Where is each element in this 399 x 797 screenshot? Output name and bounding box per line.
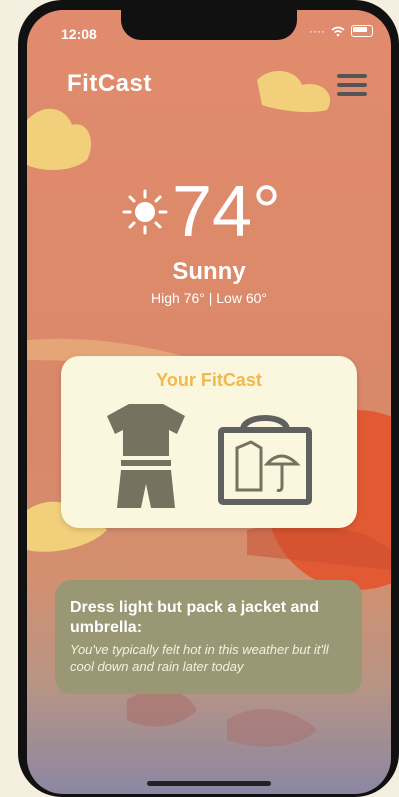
status-time: 12:08 [61, 26, 97, 42]
advice-card[interactable]: Dress light but pack a jacket and umbrel… [55, 580, 362, 694]
fitcast-card[interactable]: Your FitCast [61, 356, 357, 528]
weather-condition: Sunny [172, 258, 246, 285]
temperature: 74° [172, 172, 281, 252]
sun-icon [122, 189, 168, 235]
hamburger-menu-icon[interactable] [337, 74, 367, 101]
high-low-temperature: High 76° | Low 60° [150, 290, 267, 306]
wifi-icon [331, 26, 345, 36]
advice-title: Dress light but pack a jacket and umbrel… [70, 599, 319, 636]
app-logo[interactable]: FitCast [67, 70, 152, 98]
current-weather: 74° [122, 176, 281, 248]
device-notch [121, 10, 297, 40]
home-indicator[interactable] [147, 781, 271, 786]
signal-icon: ···· [309, 24, 325, 38]
tshirt-shorts-icon [107, 404, 185, 508]
card-title: Your FitCast [156, 370, 262, 390]
battery-icon [351, 25, 373, 37]
app-screen: 12:08 ···· FitCast 74° Sunny High 76° | … [27, 10, 391, 794]
advice-text: You've typically felt hot in this weathe… [70, 642, 329, 674]
status-icons: ···· [309, 24, 373, 38]
bag-jacket-umbrella-icon [218, 415, 312, 505]
